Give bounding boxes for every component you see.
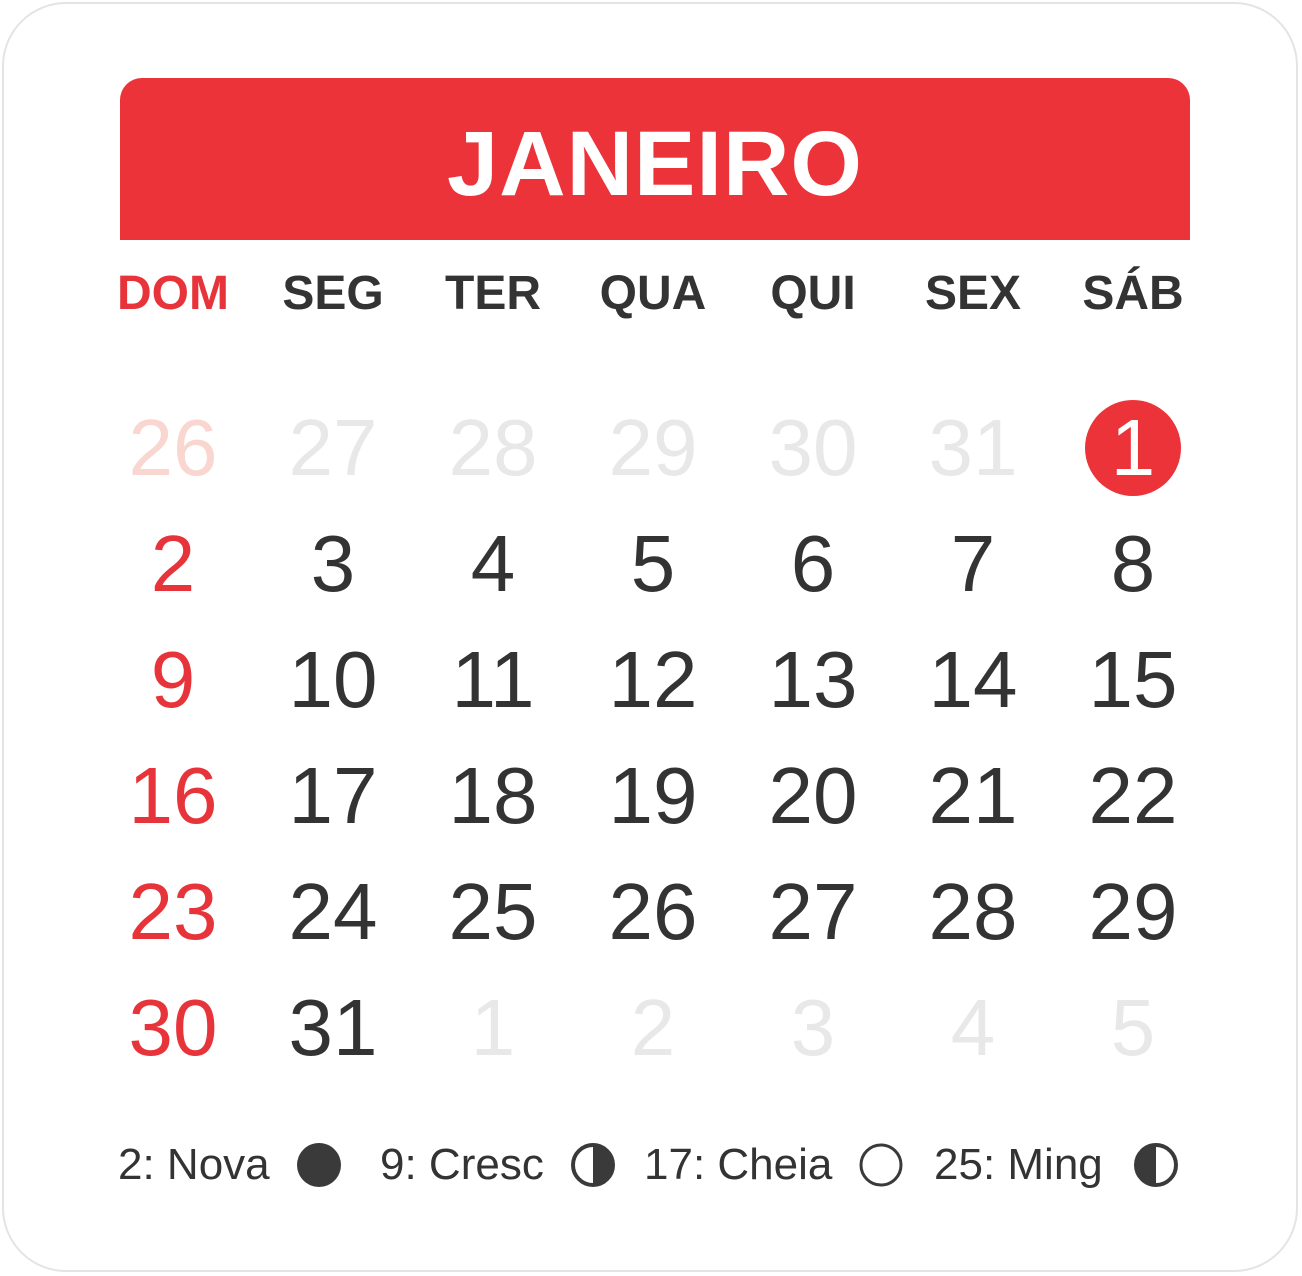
weekday-qui: QUI [770, 267, 856, 320]
moon-phase-legend: 2: Nova 9: Cresc 17: Cheia 25: Ming [118, 1130, 1193, 1200]
day-cell[interactable]: 30 [93, 970, 253, 1086]
day-cell[interactable]: 12 [573, 622, 733, 738]
day-cell-adjacent-month[interactable]: 3 [733, 970, 893, 1086]
weekday-ter: TER [445, 267, 541, 320]
day-cell[interactable]: 28 [893, 854, 1053, 970]
day-cell[interactable]: 2 [93, 506, 253, 622]
first-quarter-moon-icon [570, 1143, 615, 1187]
today-highlight: 1 [1085, 400, 1181, 496]
moon-phase-label: 25: Ming [934, 1140, 1103, 1189]
day-cell[interactable]: 20 [733, 738, 893, 854]
weekday-dom: DOM [117, 267, 229, 320]
day-cell[interactable]: 10 [253, 622, 413, 738]
day-grid: 26 27 28 29 30 31 1 2 3 4 5 6 7 8 9 10 11 12 13 14 15 16 17 18 1… [93, 390, 1217, 1086]
weekday-seg: SEG [282, 267, 384, 320]
day-cell[interactable]: 23 [93, 854, 253, 970]
day-cell[interactable]: 8 [1053, 506, 1213, 622]
day-cell[interactable]: 13 [733, 622, 893, 738]
day-cell-adjacent-month[interactable]: 26 [93, 390, 253, 506]
new-moon-icon [296, 1143, 341, 1187]
day-cell[interactable]: 26 [573, 854, 733, 970]
day-cell[interactable]: 31 [253, 970, 413, 1086]
day-cell[interactable]: 3 [253, 506, 413, 622]
moon-phase-label: 9: Cresc [380, 1140, 544, 1189]
day-cell[interactable]: 14 [893, 622, 1053, 738]
weekday-row: DOM SEG TER QUA QUI SEX SÁB [93, 264, 1217, 324]
day-cell-adjacent-month[interactable]: 29 [573, 390, 733, 506]
day-cell-adjacent-month[interactable]: 2 [573, 970, 733, 1086]
day-cell[interactable]: 29 [1053, 854, 1213, 970]
last-quarter-moon-icon [1133, 1143, 1178, 1187]
day-cell-adjacent-month[interactable]: 30 [733, 390, 893, 506]
day-cell[interactable]: 15 [1053, 622, 1213, 738]
day-cell-adjacent-month[interactable]: 4 [893, 970, 1053, 1086]
full-moon-icon [859, 1143, 903, 1187]
day-cell-today[interactable]: 1 [1053, 390, 1213, 506]
day-cell[interactable]: 4 [413, 506, 573, 622]
day-cell[interactable]: 6 [733, 506, 893, 622]
month-header: JANEIRO [120, 78, 1190, 240]
day-cell[interactable]: 5 [573, 506, 733, 622]
day-cell[interactable]: 27 [733, 854, 893, 970]
day-cell-adjacent-month[interactable]: 31 [893, 390, 1053, 506]
day-cell-adjacent-month[interactable]: 1 [413, 970, 573, 1086]
day-cell[interactable]: 19 [573, 738, 733, 854]
day-cell[interactable]: 25 [413, 854, 573, 970]
moon-phase-label: 2: Nova [118, 1140, 270, 1189]
moon-phase-label: 17: Cheia [644, 1140, 833, 1189]
day-cell[interactable]: 16 [93, 738, 253, 854]
day-cell-adjacent-month[interactable]: 27 [253, 390, 413, 506]
day-cell[interactable]: 24 [253, 854, 413, 970]
moon-phase-first-quarter: 9: Cresc [380, 1130, 618, 1200]
day-cell[interactable]: 9 [93, 622, 253, 738]
weekday-sex: SEX [924, 267, 1022, 320]
day-cell-adjacent-month[interactable]: 5 [1053, 970, 1213, 1086]
day-cell[interactable]: 11 [413, 622, 573, 738]
moon-phase-last-quarter: 25: Ming [934, 1130, 1181, 1200]
day-cell[interactable]: 17 [253, 738, 413, 854]
day-cell[interactable]: 18 [413, 738, 573, 854]
moon-phase-new: 2: Nova [118, 1130, 344, 1200]
day-cell[interactable]: 21 [893, 738, 1053, 854]
day-cell[interactable]: 22 [1053, 738, 1213, 854]
weekday-sab: SÁB [1082, 267, 1184, 320]
weekday-qua: QUA [599, 267, 707, 320]
moon-phase-full: 17: Cheia [644, 1130, 906, 1200]
month-title: JANEIRO [447, 113, 863, 215]
day-cell[interactable]: 7 [893, 506, 1053, 622]
day-cell-adjacent-month[interactable]: 28 [413, 390, 573, 506]
